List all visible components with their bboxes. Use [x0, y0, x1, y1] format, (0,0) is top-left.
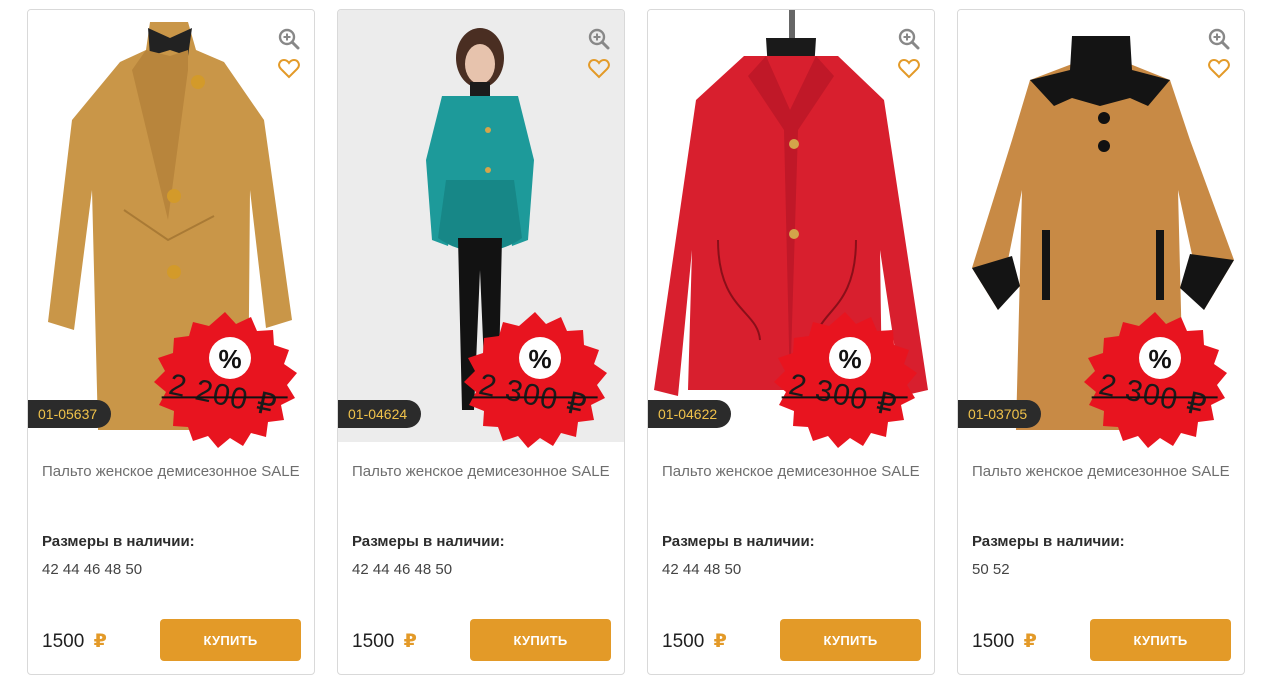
sku-label: 01-04622	[648, 400, 732, 428]
sizes-value: 42 44 46 48 50	[352, 561, 453, 578]
zoom-icon[interactable]	[898, 28, 920, 50]
zoom-icon[interactable]	[1208, 28, 1230, 50]
sku-label: 01-05637	[28, 400, 112, 428]
price: 1500 ₽	[42, 630, 107, 653]
ruble-icon: ₽	[403, 631, 417, 652]
sizes-label: Размеры в наличии:	[352, 533, 505, 550]
zoom-icon[interactable]	[588, 28, 610, 50]
price: 1500 ₽	[662, 630, 727, 653]
price-value: 1500	[972, 631, 1015, 652]
product-title[interactable]: Пальто женское демисезонное SALE	[352, 462, 614, 481]
sale-badge: % 2 300 ₽	[766, 310, 924, 452]
price-value: 1500	[42, 631, 85, 652]
product-card[interactable]: % 2 300 ₽ 01-04622 Пальто женское демисе…	[647, 9, 935, 675]
sku-label: 01-03705	[958, 400, 1042, 428]
product-title[interactable]: Пальто женское демисезонное SALE	[972, 462, 1234, 481]
price-value: 1500	[662, 631, 705, 652]
sizes-label: Размеры в наличии:	[42, 533, 195, 550]
ruble-icon: ₽	[713, 631, 727, 652]
heart-icon[interactable]	[278, 58, 300, 79]
buy-button[interactable]: КУПИТЬ	[160, 619, 301, 661]
price-value: 1500	[352, 631, 395, 652]
percent-symbol: %	[528, 344, 552, 374]
heart-icon[interactable]	[588, 58, 610, 79]
sale-badge: % 2 300 ₽	[456, 310, 614, 452]
percent-symbol: %	[838, 344, 862, 374]
product-grid: % 2 200 ₽ 01-05637 Пальто женское демисе…	[0, 0, 1280, 686]
price: 1500 ₽	[352, 630, 417, 653]
product-card[interactable]: % 2 200 ₽ 01-05637 Пальто женское демисе…	[27, 9, 315, 675]
product-photo[interactable]: % 2 300 ₽ 01-04624	[338, 10, 624, 448]
sizes-label: Размеры в наличии:	[662, 533, 815, 550]
sizes-value: 42 44 46 48 50	[42, 561, 143, 578]
ruble-icon: ₽	[1023, 631, 1037, 652]
buy-button[interactable]: КУПИТЬ	[1090, 619, 1231, 661]
sizes-label: Размеры в наличии:	[972, 533, 1125, 550]
sale-badge: % 2 200 ₽	[146, 310, 304, 452]
percent-symbol: %	[218, 344, 242, 374]
product-title[interactable]: Пальто женское демисезонное SALE	[662, 462, 924, 481]
sku-label: 01-04624	[338, 400, 422, 428]
ruble-icon: ₽	[93, 631, 107, 652]
sizes-value: 50 52	[972, 561, 1010, 578]
product-card[interactable]: % 2 300 ₽ 01-03705 Пальто женское демисе…	[957, 9, 1245, 675]
heart-icon[interactable]	[898, 58, 920, 79]
buy-button[interactable]: КУПИТЬ	[470, 619, 611, 661]
buy-button[interactable]: КУПИТЬ	[780, 619, 921, 661]
sale-badge: % 2 300 ₽	[1076, 310, 1234, 452]
price: 1500 ₽	[972, 630, 1037, 653]
product-card[interactable]: % 2 300 ₽ 01-04624 Пальто женское демисе…	[337, 9, 625, 675]
product-photo[interactable]: % 2 200 ₽ 01-05637	[28, 10, 314, 448]
sizes-value: 42 44 48 50	[662, 561, 742, 578]
product-title[interactable]: Пальто женское демисезонное SALE	[42, 462, 304, 481]
percent-symbol: %	[1148, 344, 1172, 374]
product-photo[interactable]: % 2 300 ₽ 01-03705	[958, 10, 1244, 448]
zoom-icon[interactable]	[278, 28, 300, 50]
product-photo[interactable]: % 2 300 ₽ 01-04622	[648, 10, 934, 448]
heart-icon[interactable]	[1208, 58, 1230, 79]
